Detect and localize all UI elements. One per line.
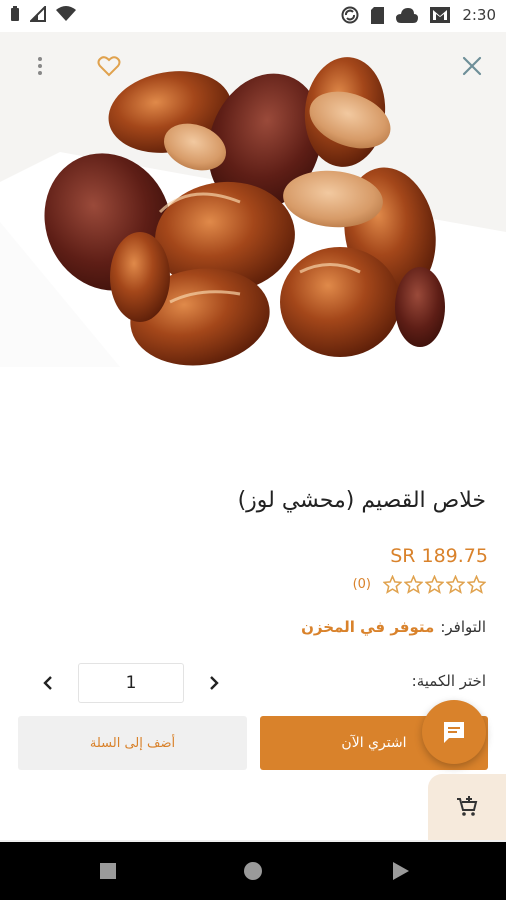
availability-value: متوفر في المخزن — [301, 618, 435, 636]
product-image — [0, 32, 506, 367]
status-time: 2:30 — [462, 6, 496, 24]
signal-icon — [30, 6, 46, 22]
add-to-cart-button[interactable]: أضف إلى السلة — [18, 716, 247, 770]
more-options-button[interactable] — [26, 52, 54, 80]
close-icon — [462, 56, 482, 76]
more-vertical-icon — [38, 57, 42, 75]
quantity-stepper: 1 — [32, 662, 252, 704]
status-left-icons — [10, 6, 76, 22]
sync-icon — [341, 6, 359, 24]
close-button[interactable] — [458, 52, 486, 80]
quantity-input[interactable]: 1 — [78, 663, 184, 703]
heart-icon — [97, 56, 121, 77]
availability-label: التوافر: — [440, 618, 486, 636]
chevron-left-icon — [43, 676, 52, 690]
favorite-button[interactable] — [95, 52, 123, 80]
product-price: SR 189.75 — [390, 545, 488, 567]
system-nav-bar — [0, 842, 506, 900]
quantity-decrease-button[interactable] — [32, 662, 64, 704]
rating-count: (0) — [352, 577, 371, 592]
status-bar: 2:30 — [0, 0, 506, 32]
quantity-increase-button[interactable] — [198, 662, 230, 704]
star-icon — [467, 575, 486, 594]
star-icon — [404, 575, 423, 594]
availability: التوافر: متوفر في المخزن — [301, 618, 486, 636]
chat-button[interactable] — [422, 700, 486, 764]
star-icon — [425, 575, 444, 594]
battery-icon — [11, 6, 19, 21]
home-icon[interactable] — [243, 861, 263, 881]
star-icon — [383, 575, 402, 594]
chevron-right-icon — [210, 676, 219, 690]
product-title: خلاص القصيم (محشي لوز) — [237, 488, 486, 513]
add-cart-icon — [457, 796, 478, 816]
star-icon — [446, 575, 465, 594]
product-photo — [0, 32, 506, 367]
cloud-icon — [396, 7, 419, 23]
chat-icon — [444, 722, 464, 743]
wifi-icon — [56, 6, 76, 21]
status-right-icons: 2:30 — [341, 6, 496, 24]
quantity-label: اختر الكمية: — [411, 672, 486, 690]
sd-card-icon — [371, 6, 385, 24]
gmail-icon — [430, 7, 451, 23]
back-icon[interactable] — [390, 861, 410, 881]
recents-icon[interactable] — [98, 861, 118, 881]
product-rating[interactable]: (0) — [353, 575, 486, 594]
cart-button[interactable] — [428, 774, 506, 840]
